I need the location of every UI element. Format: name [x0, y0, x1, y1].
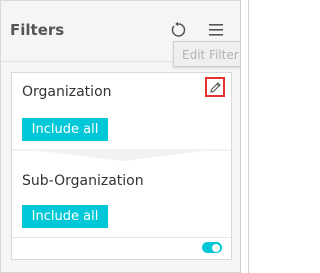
edit-filter-tooltip: Edit Filter [173, 41, 245, 67]
filter-toggle-switch[interactable] [202, 242, 222, 253]
refresh-icon[interactable] [169, 21, 187, 39]
screenshot-canvas: Filters Organization Include all Sub-Org… [0, 0, 257, 273]
filter-label-organization: Organization [22, 84, 112, 100]
section-divider [12, 237, 231, 238]
pencil-icon [210, 82, 221, 93]
filters-panel: Filters Organization Include all Sub-Org… [0, 0, 245, 273]
section-divider [12, 149, 231, 161]
filter-label-sub-organization: Sub-Organization [22, 173, 144, 189]
edit-filter-button[interactable] [205, 77, 225, 97]
filter-card: Organization Include all Sub-Organizatio… [11, 72, 232, 260]
scrollbar-track[interactable] [240, 0, 257, 273]
hamburger-menu-icon[interactable] [207, 21, 225, 39]
scrollbar-line [248, 0, 249, 273]
toggle-knob [212, 243, 220, 252]
include-all-organization-button[interactable]: Include all [22, 118, 108, 141]
panel-title: Filters [10, 21, 65, 39]
include-all-sub-organization-button[interactable]: Include all [22, 205, 108, 228]
